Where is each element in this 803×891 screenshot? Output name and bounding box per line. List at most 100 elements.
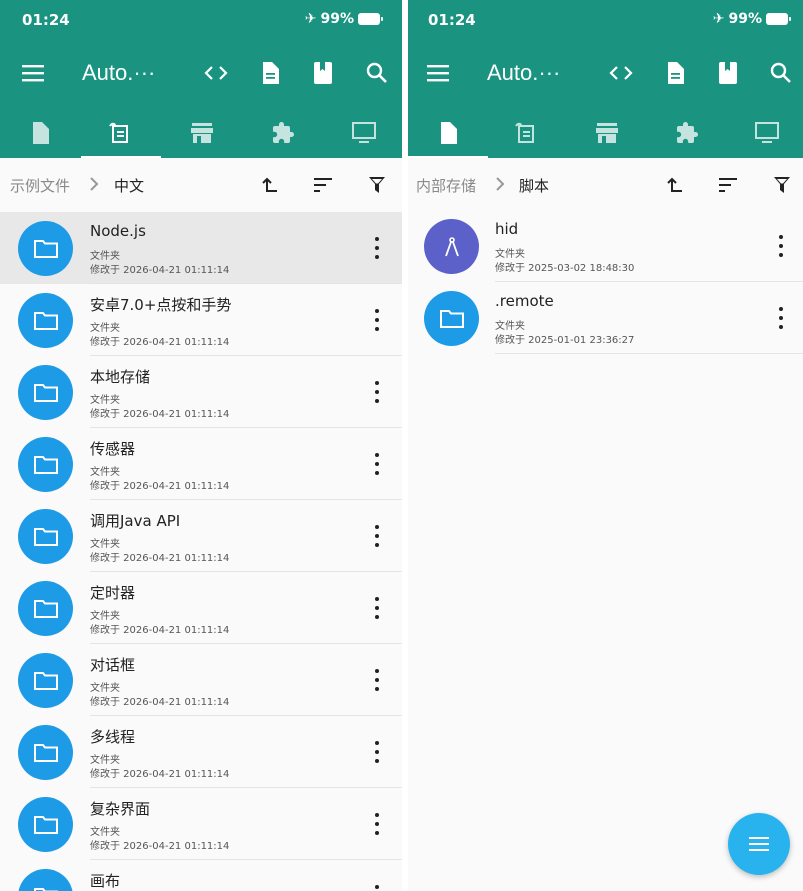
list-item[interactable]: .remote 文件夹 修改于 2025-01-01 23:36:27 [408,282,803,354]
breadcrumb: 示例文件 中文 [0,158,402,212]
tab-extensions[interactable] [243,108,323,158]
list-item[interactable]: Node.js 文件夹 修改于 2026-04-21 01:11:14 [0,212,402,284]
item-modified: 修改于 2026-04-21 01:11:14 [90,265,230,276]
search-icon[interactable] [768,60,794,86]
list-item[interactable]: 画布 [0,860,402,891]
item-name: 安卓7.0+点按和手势 [90,296,232,314]
fab-menu-button[interactable] [728,813,790,875]
script-tab-icon [515,122,534,143]
battery-percent: 99% [320,11,354,27]
battery-icon [766,13,791,25]
more-vert-icon[interactable] [776,307,786,329]
tab-store[interactable] [162,108,242,158]
sort-icon[interactable] [312,174,334,196]
tab-bar [0,108,402,158]
tab-files[interactable] [0,108,80,158]
folder-icon [18,221,73,276]
tab-scripts[interactable] [487,108,567,158]
battery-icon [358,13,383,25]
airplane-icon: ✈ [712,11,725,27]
item-type: 文件夹 [90,683,120,694]
book-icon[interactable] [310,60,336,86]
tab-scripts[interactable] [81,108,161,158]
more-vert-icon[interactable] [372,813,382,835]
item-modified: 修改于 2026-04-21 01:11:14 [90,337,230,348]
item-name: 复杂界面 [90,800,151,818]
item-name: 对话框 [90,656,136,674]
more-vert-icon[interactable] [372,237,382,259]
store-tab-icon [596,123,618,143]
list-item[interactable]: 对话框 文件夹 修改于 2026-04-21 01:11:14 [0,644,402,716]
tab-monitor[interactable] [324,108,402,158]
extension-tab-icon [273,122,294,143]
item-type: 文件夹 [495,321,525,332]
list-item[interactable]: hid 文件夹 修改于 2025-03-02 18:48:30 [408,210,803,282]
document-icon[interactable] [257,60,283,86]
toolbar: Auto.··· [408,48,803,98]
breadcrumb-parent[interactable]: 示例文件 [10,175,70,196]
tab-store[interactable] [567,108,647,158]
item-type: 文件夹 [90,395,120,406]
breadcrumb-current: 中文 [114,177,145,195]
item-name: Node.js [90,222,146,240]
book-icon[interactable] [715,60,741,86]
chevron-right-icon [89,176,99,196]
tab-bar [408,108,803,158]
more-vert-icon[interactable] [776,235,786,257]
more-vert-icon[interactable] [372,669,382,691]
file-tab-icon [441,122,457,144]
go-up-icon[interactable] [258,174,280,196]
more-vert-icon[interactable] [372,885,382,891]
more-vert-icon[interactable] [372,741,382,763]
item-type: 文件夹 [90,467,120,478]
list-item[interactable]: 本地存储 文件夹 修改于 2026-04-21 01:11:14 [0,356,402,428]
screen: 01:24 ✈ 99% Auto.··· 示例文件 中文 Node.js 文件夹… [0,0,803,891]
item-type: 文件夹 [90,611,120,622]
status-right: ✈ 99% [304,11,383,27]
code-icon[interactable] [608,60,634,86]
more-vert-icon[interactable] [372,597,382,619]
airplane-icon: ✈ [304,11,317,27]
list-item[interactable]: 定时器 文件夹 修改于 2026-04-21 01:11:14 [0,572,402,644]
menu-icon[interactable] [20,60,46,86]
list-item[interactable]: 安卓7.0+点按和手势 文件夹 修改于 2026-04-21 01:11:14 [0,284,402,356]
sort-icon[interactable] [717,174,739,196]
script-tab-icon [109,122,128,143]
menu-icon [749,837,769,851]
compass-icon [424,219,479,274]
item-modified: 修改于 2026-04-21 01:11:14 [90,553,230,564]
chevron-right-icon [495,176,505,196]
search-icon[interactable] [364,60,390,86]
toolbar: Auto.··· [0,48,402,98]
more-vert-icon[interactable] [372,381,382,403]
list-item[interactable]: 多线程 文件夹 修改于 2026-04-21 01:11:14 [0,716,402,788]
folder-icon [18,869,73,891]
more-vert-icon[interactable] [372,453,382,475]
list-item[interactable]: 调用Java API 文件夹 修改于 2026-04-21 01:11:14 [0,500,402,572]
item-type: 文件夹 [90,755,120,766]
folder-icon [18,725,73,780]
status-time: 01:24 [22,11,70,29]
item-type: 文件夹 [90,251,120,262]
menu-icon[interactable] [425,60,451,86]
list-item[interactable]: 复杂界面 文件夹 修改于 2026-04-21 01:11:14 [0,788,402,860]
folder-icon [18,581,73,636]
item-type: 文件夹 [90,539,120,550]
breadcrumb-current: 脚本 [519,177,550,195]
tab-files[interactable] [408,108,488,158]
list-item[interactable]: 传感器 文件夹 修改于 2026-04-21 01:11:14 [0,428,402,500]
more-vert-icon[interactable] [372,525,382,547]
item-name: 调用Java API [90,512,181,530]
go-up-icon[interactable] [663,174,685,196]
tab-extensions[interactable] [647,108,727,158]
item-type: 文件夹 [90,827,120,838]
filter-icon[interactable] [366,174,388,196]
item-name: 传感器 [90,440,136,458]
document-icon[interactable] [662,60,688,86]
tab-monitor[interactable] [727,108,803,158]
filter-icon[interactable] [771,174,793,196]
item-name: 定时器 [90,584,136,602]
code-icon[interactable] [203,60,229,86]
breadcrumb-parent[interactable]: 内部存储 [416,175,476,196]
more-vert-icon[interactable] [372,309,382,331]
